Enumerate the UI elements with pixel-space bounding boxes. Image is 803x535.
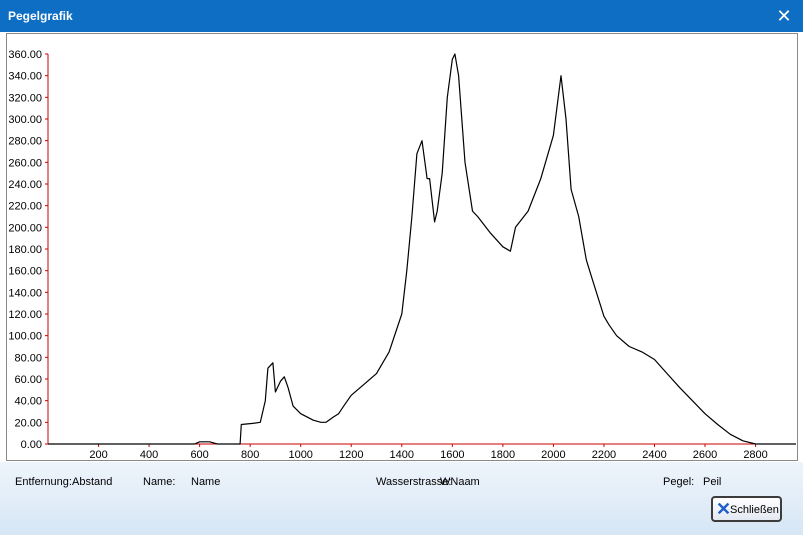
title-bar[interactable]: Pegelgrafik ✕ [0,0,803,32]
y-tick-label: 60.00 [14,374,42,386]
y-tick-label: 40.00 [14,396,42,408]
x-tick-label: 800 [241,449,259,460]
x-tick-label: 1000 [288,449,312,460]
window-title: Pegelgrafik [8,9,73,23]
y-tick-label: 80.00 [14,352,42,364]
y-tick-label: 220.00 [8,201,42,213]
y-tick-label: 20.00 [14,417,42,429]
series-line [48,53,796,445]
y-tick-label: 100.00 [8,331,42,343]
y-tick-label: 0.00 [21,439,42,451]
x-tick-label: 600 [190,449,208,460]
x-tick-label: 2000 [541,449,565,460]
x-tick-label: 2800 [743,449,767,460]
y-tick-label: 360.00 [8,49,42,61]
x-tick-label: 1800 [491,449,515,460]
y-tick-label: 280.00 [8,136,42,148]
pegel-value: Peil [703,476,722,488]
info-footer: Entfernung: Abstand Name: Name Wasserstr… [0,462,803,535]
pegelgrafik-window: Pegelgrafik ✕ 0.00 20.00 40.00 60.00 80.00 10… [0,0,803,535]
name-value: Name [191,476,221,488]
y-tick-label: 140.00 [8,287,42,299]
y-tick-label: 340.00 [8,71,42,83]
y-tick-label: 260.00 [8,157,42,169]
close-x-icon: ✕ [716,499,732,519]
name-label: Name: [143,476,176,488]
x-tick-label: 1200 [339,449,363,460]
x-tick-label: 200 [89,449,107,460]
x-tick-label: 1400 [390,449,414,460]
x-tick-label: 1600 [440,449,464,460]
pegel-label: Pegel: [663,476,695,488]
x-tick-label: 2200 [592,449,616,460]
wasserstrasse-value: WNaam [440,476,480,488]
entfernung-label: Entfernung: [15,476,72,488]
y-tick-label: 240.00 [8,179,42,191]
x-tick-label: 400 [140,449,158,460]
chart-panel: 0.00 20.00 40.00 60.00 80.00 100.00 120.00 140.… [6,33,798,461]
y-tick-label: 320.00 [8,92,42,104]
x-tick-label: 2400 [642,449,666,460]
schliessen-button[interactable]: ✕ Schließen [711,496,782,522]
y-tick-label: 120.00 [8,309,42,321]
schliessen-label: Schließen [730,504,779,516]
y-tick-label: 160.00 [8,266,42,278]
close-icon[interactable]: ✕ [765,0,803,32]
y-tick-label: 180.00 [8,244,42,256]
entfernung-value: Abstand [72,476,113,488]
x-tick-label: 2600 [693,449,717,460]
y-tick-label: 200.00 [8,222,42,234]
y-tick-label: 300.00 [8,114,42,126]
pegel-chart: 0.00 20.00 40.00 60.00 80.00 100.00 120.00 140.… [8,49,796,460]
